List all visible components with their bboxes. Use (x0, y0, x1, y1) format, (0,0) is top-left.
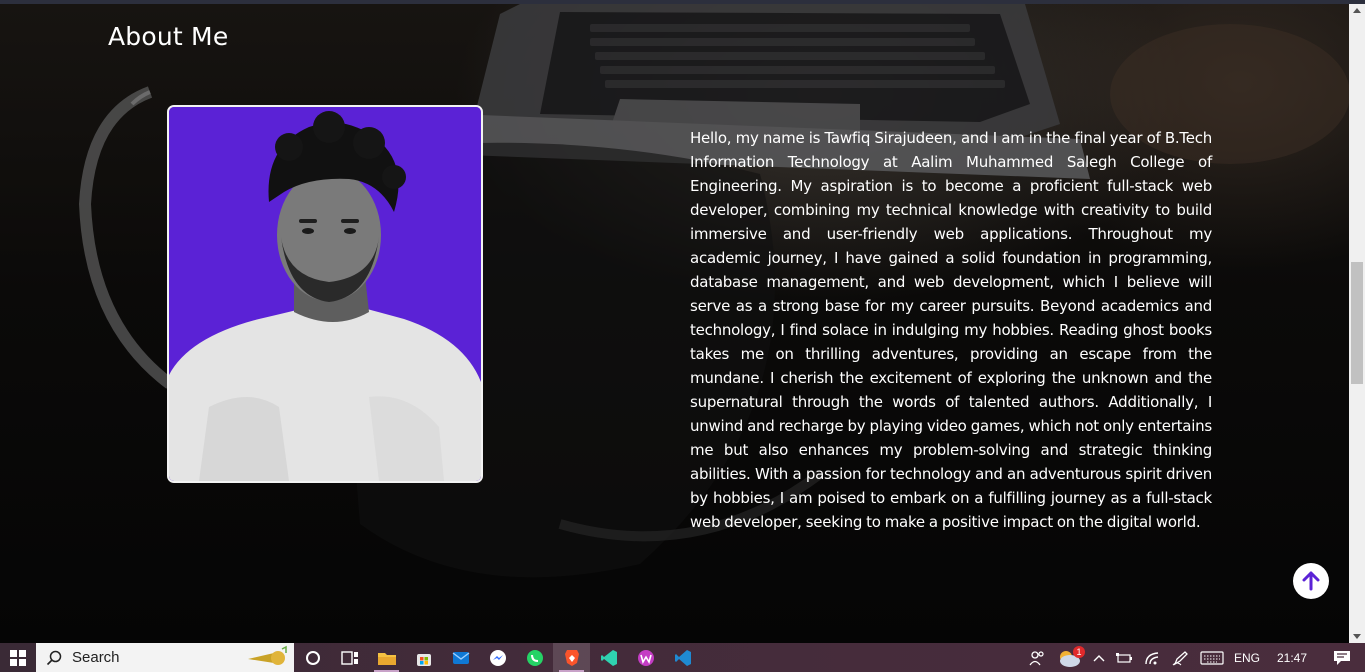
action-center-button[interactable] (1319, 643, 1365, 672)
messenger-button[interactable] (479, 643, 516, 672)
pen-icon (1172, 650, 1188, 666)
keyboard-button[interactable] (1195, 643, 1229, 672)
vscode-icon (674, 649, 691, 666)
microsoft-store-button[interactable] (405, 643, 442, 672)
whatsapp-button[interactable] (516, 643, 553, 672)
search-icon (46, 650, 62, 665)
brave-browser-button[interactable] (553, 643, 590, 672)
wifi-icon (1145, 651, 1159, 664)
start-button[interactable] (0, 643, 36, 672)
people-icon (1029, 650, 1044, 665)
cortana-icon (305, 650, 320, 665)
visual-studio-icon (600, 649, 617, 666)
search-label: Search (72, 649, 120, 666)
clock[interactable]: 21:47 (1265, 643, 1319, 672)
scrollbar-thumb[interactable] (1351, 262, 1363, 384)
search-highlight-icon (248, 645, 287, 665)
battery-icon (1115, 652, 1132, 663)
browser-w-button[interactable] (627, 643, 664, 672)
file-explorer-button[interactable] (368, 643, 405, 672)
pen-workspace-button[interactable] (1167, 643, 1195, 672)
wifi-button[interactable] (1139, 643, 1167, 672)
arrow-up-icon (1302, 571, 1320, 591)
notification-icon (1334, 650, 1350, 665)
chevron-up-icon (1093, 654, 1105, 661)
taskbar-search-box[interactable]: Search (36, 643, 294, 672)
show-hidden-icons-button[interactable] (1087, 643, 1111, 672)
whatsapp-icon (526, 649, 543, 666)
people-button[interactable] (1023, 643, 1051, 672)
battery-button[interactable] (1111, 643, 1139, 672)
language-indicator[interactable]: ENG (1229, 643, 1265, 672)
scroll-to-top-button[interactable] (1293, 563, 1329, 599)
vertical-scrollbar[interactable] (1349, 4, 1365, 643)
visual-studio-button[interactable] (590, 643, 627, 672)
task-view-button[interactable] (331, 643, 368, 672)
profile-photo (167, 105, 483, 483)
cortana-button[interactable] (294, 643, 331, 672)
brave-browser-icon (564, 649, 579, 666)
windows-logo-icon (10, 649, 26, 666)
section-title: About Me (108, 22, 229, 51)
about-section: About Me Hello, my name is Tawfiq Siraju… (0, 4, 1349, 643)
scroll-down-arrow-icon[interactable] (1353, 634, 1361, 639)
weather-badge: 1 (1072, 646, 1085, 658)
messenger-icon (489, 649, 506, 666)
mail-button[interactable] (442, 643, 479, 672)
file-explorer-icon (377, 652, 396, 665)
windows-taskbar: Search 1 ENG 21:47 (0, 643, 1365, 672)
language-label: ENG (1233, 650, 1260, 665)
keyboard-icon (1200, 650, 1224, 665)
scroll-up-arrow-icon[interactable] (1353, 8, 1361, 13)
mail-icon (452, 651, 469, 664)
vscode-button[interactable] (664, 643, 701, 672)
clock-time: 21:47 (1276, 650, 1307, 665)
browser-w-icon (637, 649, 654, 666)
system-tray: 1 ENG 21:47 (1023, 643, 1365, 672)
about-paragraph: Hello, my name is Tawfiq Sirajudeen, and… (690, 129, 1212, 531)
task-view-icon (340, 650, 358, 665)
microsoft-store-icon (416, 653, 431, 666)
weather-widget[interactable]: 1 (1051, 643, 1087, 672)
